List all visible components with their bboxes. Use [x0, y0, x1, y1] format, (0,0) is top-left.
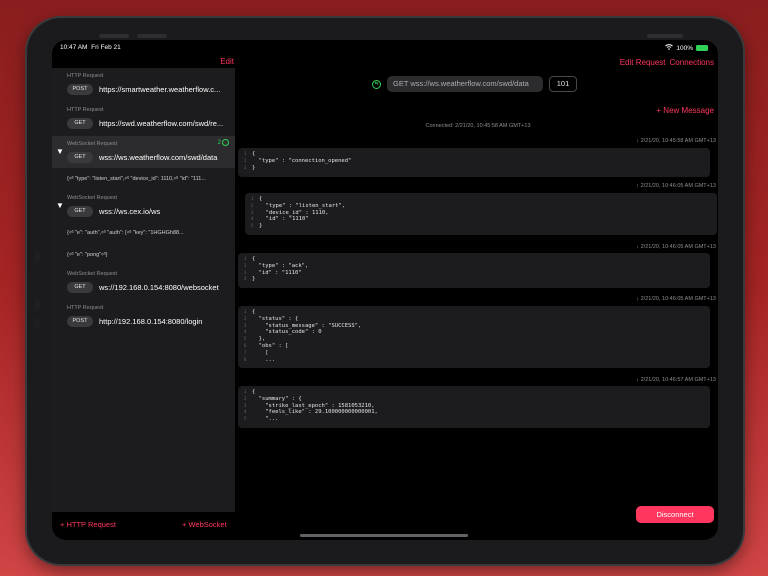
- camera-dot: [34, 252, 40, 262]
- request-item[interactable]: WebSocket Request GET ws://192.168.0.154…: [52, 266, 235, 300]
- disclosure-triangle-icon[interactable]: ▼: [56, 201, 64, 210]
- new-message-button[interactable]: + New Message: [656, 106, 714, 115]
- url-field[interactable]: GET wss://ws.weatherflow.com/swd/data: [387, 76, 543, 92]
- request-type: HTTP Request: [67, 107, 104, 113]
- method-badge: POST: [67, 315, 93, 327]
- message-bubble[interactable]: 1{ 2 "summary" : { 3 "strike_last_epoch"…: [238, 386, 710, 428]
- disconnect-button[interactable]: Disconnect: [636, 506, 714, 523]
- sidebar-header: Edit: [52, 56, 238, 68]
- request-url: https://smartweather.weatherflow.c...: [99, 84, 221, 94]
- app-screen: 10:47 AM Fri Feb 21 100% Edit HTTP Reque…: [52, 40, 718, 540]
- connection-count: 2: [218, 139, 229, 146]
- wifi-icon: [665, 44, 674, 52]
- status-time: 10:47 AM Fri Feb 21: [60, 44, 121, 51]
- request-item[interactable]: HTTP Request POST https://smartweather.w…: [52, 68, 235, 102]
- edit-button[interactable]: Edit: [220, 57, 234, 66]
- arrow-down-icon: ↓: [636, 138, 640, 144]
- request-type: HTTP Request: [67, 305, 104, 311]
- message-timestamp: ↓ 2/21/20, 10:45:58 AM GMT+13: [636, 138, 716, 144]
- message-bubble[interactable]: 1{ 2 "type" : "connection_opened" 3}: [238, 148, 710, 177]
- disclosure-triangle-icon[interactable]: ▼: [56, 147, 64, 156]
- request-sidebar: HTTP Request POST https://smartweather.w…: [52, 68, 235, 512]
- method-badge: GET: [67, 151, 93, 163]
- add-http-request-button[interactable]: + HTTP Request: [60, 520, 116, 529]
- request-item-selected[interactable]: ▼ WebSocket Request 2 GET wss://ws.weath…: [52, 136, 235, 168]
- message-timestamp: ↑ 2/21/20, 10:46:05 AM GMT+13: [636, 183, 716, 189]
- message-bubble[interactable]: 1{ 2 "type" : "ack", 3 "id" : "1110" 4}: [238, 253, 710, 288]
- sensor-dot: [34, 300, 40, 310]
- request-url: http://192.168.0.154:8080/login: [99, 316, 203, 326]
- sidebar-footer: + HTTP Request + WebSocket: [52, 512, 238, 540]
- connected-status: Connected: 2/21/20, 10:45:58 AM GMT+13: [425, 123, 531, 129]
- request-url: https://swd.weatherflow.com/swd/re...: [99, 118, 224, 128]
- message-preview[interactable]: {⏎ "e": "auth",⏎ "auth": {⏎ "key": "1HGH…: [52, 222, 235, 244]
- add-websocket-button[interactable]: + WebSocket: [182, 520, 227, 529]
- status-bar: 10:47 AM Fri Feb 21 100%: [52, 40, 718, 56]
- request-type: HTTP Request: [67, 73, 104, 79]
- message-timestamp: ↓ 2/21/20, 10:46:57 AM GMT+13: [636, 377, 716, 383]
- method-badge: GET: [67, 117, 93, 129]
- port-field[interactable]: 101: [549, 76, 577, 92]
- status-right: 100%: [665, 44, 708, 52]
- request-url: ws://192.168.0.154:8080/websocket: [99, 282, 219, 292]
- message-bubble[interactable]: 1{ 2 "status" : { 3 "status_message" : "…: [238, 306, 710, 368]
- arrow-up-icon: ↑: [636, 183, 640, 189]
- battery-icon: [696, 45, 708, 51]
- request-item[interactable]: HTTP Request POST http://192.168.0.154:8…: [52, 300, 235, 334]
- url-bar: ⇆ GET wss://ws.weatherflow.com/swd/data …: [372, 76, 577, 92]
- request-url: wss://ws.weatherflow.com/swd/data: [99, 152, 218, 162]
- message-preview[interactable]: {⏎ "e": "pong"⏎}: [52, 244, 235, 266]
- volume-down-button: [137, 34, 167, 38]
- power-button: [647, 34, 683, 38]
- websocket-status-icon: ⇆: [372, 79, 381, 89]
- method-badge: POST: [67, 83, 93, 95]
- request-type: WebSocket Request: [67, 195, 118, 201]
- request-type: WebSocket Request: [67, 141, 118, 147]
- connections-button[interactable]: Connections: [670, 58, 714, 67]
- request-type: WebSocket Request: [67, 271, 118, 277]
- method-badge: GET: [67, 205, 93, 217]
- message-bubble[interactable]: 1{ 2 "type" : "listen_start", 3 "device_…: [245, 193, 717, 235]
- connection-ring-icon: [222, 139, 229, 146]
- request-item[interactable]: HTTP Request GET https://swd.weatherflow…: [52, 102, 235, 136]
- home-indicator[interactable]: [300, 534, 468, 537]
- volume-up-button: [99, 34, 129, 38]
- message-timestamp: ↓ 2/21/20, 10:46:05 AM GMT+13: [636, 244, 716, 250]
- edit-request-button[interactable]: Edit Request: [620, 58, 666, 67]
- arrow-down-icon: ↓: [636, 377, 640, 383]
- battery-percent: 100%: [676, 44, 693, 52]
- sensor-dot: [34, 318, 40, 328]
- method-badge: GET: [67, 281, 93, 293]
- message-preview[interactable]: {⏎ "type": "listen_start",⏎ "device_id":…: [52, 168, 235, 190]
- arrow-down-icon: ↓: [636, 244, 640, 250]
- message-timestamp: ↓ 2/21/20, 10:46:05 AM GMT+13: [636, 296, 716, 302]
- request-url: wss://ws.cex.io/ws: [99, 206, 161, 216]
- arrow-down-icon: ↓: [636, 296, 640, 302]
- request-item[interactable]: ▼ WebSocket Request GET wss://ws.cex.io/…: [52, 190, 235, 222]
- detail-toolbar: Edit Request Connections: [620, 58, 714, 67]
